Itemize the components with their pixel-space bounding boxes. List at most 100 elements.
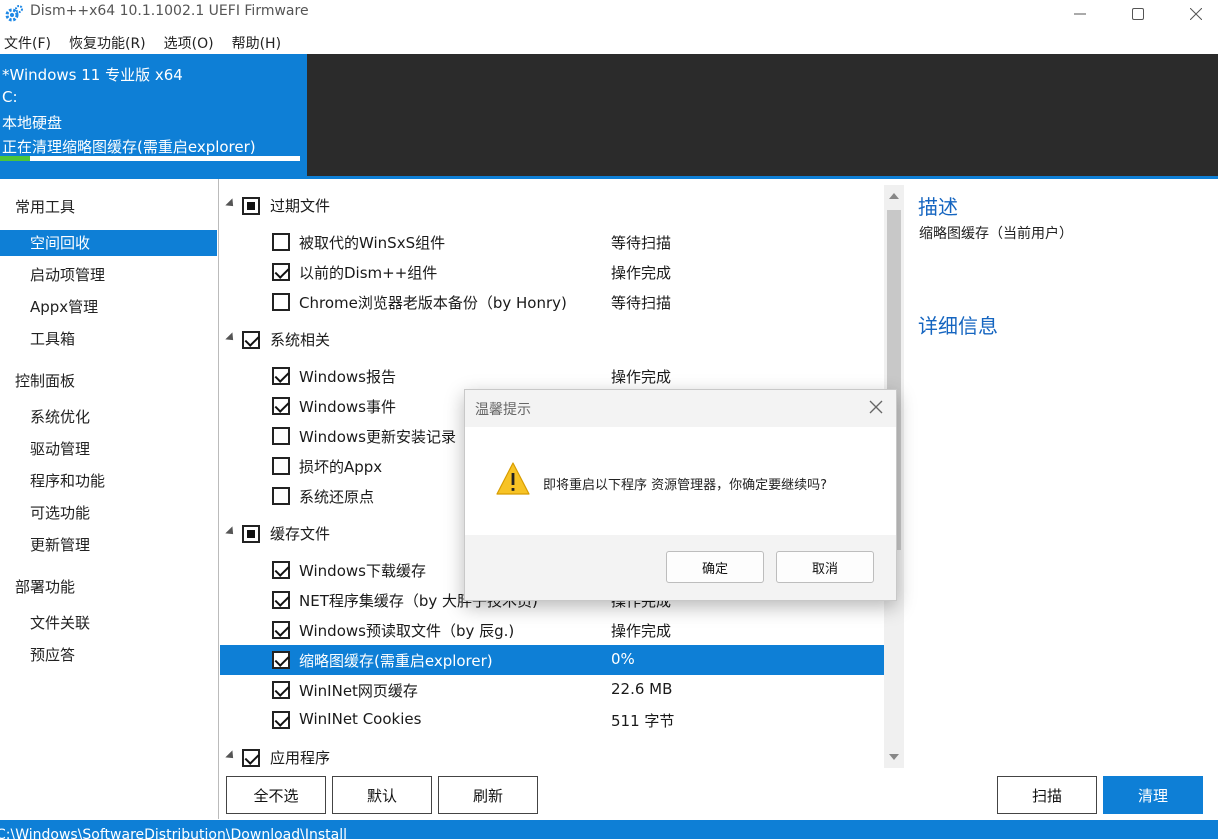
default-button[interactable]: 默认 (332, 776, 432, 814)
item-checkbox[interactable] (272, 397, 290, 415)
sidebar-item-space-reclaim[interactable]: 空间回收 (0, 230, 217, 256)
sidebar-item-optional-features[interactable]: 可选功能 (0, 500, 217, 526)
description-heading: 描述 (918, 195, 958, 219)
ok-button[interactable]: 确定 (666, 551, 764, 583)
item-status: 511 字节 (611, 712, 675, 730)
item-checkbox[interactable] (272, 233, 290, 251)
expand-arrow-icon[interactable] (225, 332, 237, 344)
item-status: 操作完成 (611, 264, 672, 282)
menu-restore[interactable]: 恢复功能(R) (65, 28, 150, 54)
sidebar-item-optimize[interactable]: 系统优化 (0, 404, 217, 430)
cancel-button[interactable]: 取消 (776, 551, 874, 583)
item-label: 被取代的WinSxS组件 (299, 234, 446, 252)
sidebar-item-answer-file[interactable]: 预应答 (0, 642, 217, 668)
sidebar-item-programs[interactable]: 程序和功能 (0, 468, 217, 494)
sidebar-item-appx[interactable]: Appx管理 (0, 294, 217, 320)
list-item[interactable]: WinINet网页缓存 22.6 MB (220, 675, 884, 705)
sidebar-item-startup[interactable]: 启动项管理 (0, 262, 217, 288)
group-label: 缓存文件 (270, 525, 331, 543)
refresh-button[interactable]: 刷新 (438, 776, 538, 814)
progress-fill (0, 156, 30, 161)
item-label: Windows事件 (299, 398, 396, 416)
item-label: WinINet Cookies (299, 710, 422, 728)
maximize-icon (1132, 8, 1144, 20)
expand-arrow-icon[interactable] (225, 198, 237, 210)
item-status: 0% (611, 650, 635, 668)
expand-arrow-icon[interactable] (225, 750, 237, 762)
clean-button[interactable]: 清理 (1103, 776, 1203, 814)
item-checkbox[interactable] (272, 681, 290, 699)
scroll-up-icon[interactable] (889, 193, 899, 199)
maximize-button[interactable] (1108, 0, 1168, 28)
group-checkbox[interactable] (242, 197, 260, 215)
item-label: 以前的Dism++组件 (299, 264, 438, 282)
item-checkbox[interactable] (272, 457, 290, 475)
item-checkbox[interactable] (272, 427, 290, 445)
item-checkbox[interactable] (272, 651, 290, 669)
gear-icon (5, 5, 23, 22)
group-checkbox[interactable] (242, 525, 260, 543)
menu-bar: 文件(F) 恢复功能(R) 选项(O) 帮助(H) (0, 28, 1218, 54)
dialog-message: 即将重启以下程序 资源管理器，你确定要继续吗? (543, 478, 828, 493)
select-none-button[interactable]: 全不选 (226, 776, 326, 814)
description-text: 缩略图缓存（当前用户） (919, 226, 1073, 242)
scan-button[interactable]: 扫描 (997, 776, 1097, 814)
sidebar-category-control-panel[interactable]: 控制面板 (15, 370, 75, 391)
item-status: 22.6 MB (611, 680, 673, 698)
group-header[interactable]: 过期文件 (220, 191, 884, 221)
item-checkbox[interactable] (272, 591, 290, 609)
session-panel[interactable]: *Windows 11 专业版 x64 C: 本地硬盘 正在清理缩略图缓存(需重… (0, 54, 307, 176)
list-item[interactable]: 以前的Dism++组件 操作完成 (220, 257, 884, 287)
session-area (307, 54, 1218, 176)
item-checkbox[interactable] (272, 293, 290, 311)
scroll-down-icon[interactable] (889, 754, 899, 760)
drive-label: C: (2, 88, 18, 106)
disk-label: 本地硬盘 (2, 114, 63, 132)
os-label: *Windows 11 专业版 x64 (2, 66, 183, 84)
minimize-button[interactable] (1050, 0, 1110, 28)
item-checkbox[interactable] (272, 561, 290, 579)
list-item[interactable]: Windows报告 操作完成 (220, 361, 884, 391)
sidebar-item-drivers[interactable]: 驱动管理 (0, 436, 217, 462)
item-label: Windows更新安装记录 (299, 428, 456, 446)
sidebar-item-toolbox[interactable]: 工具箱 (0, 326, 217, 352)
group-header[interactable]: 应用程序 (220, 743, 884, 769)
item-status: 等待扫描 (611, 234, 672, 252)
item-label: Chrome浏览器老版本备份（by Honry) (299, 294, 567, 312)
sidebar: 常用工具 空间回收 启动项管理 Appx管理 工具箱 控制面板 系统优化 驱动管… (0, 179, 219, 819)
menu-help[interactable]: 帮助(H) (228, 28, 285, 54)
expand-arrow-icon[interactable] (225, 526, 237, 538)
sidebar-category-tools[interactable]: 常用工具 (15, 196, 75, 217)
menu-options[interactable]: 选项(O) (160, 28, 218, 54)
close-button[interactable] (1166, 0, 1218, 28)
list-item[interactable]: WinINet Cookies 511 字节 (220, 705, 884, 735)
list-item[interactable]: 被取代的WinSxS组件 等待扫描 (220, 227, 884, 257)
item-label: Windows下载缓存 (299, 562, 426, 580)
sidebar-category-deploy[interactable]: 部署功能 (15, 576, 75, 597)
group-label: 过期文件 (270, 197, 331, 215)
item-status: 操作完成 (611, 368, 672, 386)
status-label: 正在清理缩略图缓存(需重启explorer) (2, 138, 256, 156)
item-label: 损坏的Appx (299, 458, 383, 476)
item-checkbox[interactable] (272, 487, 290, 505)
group-header[interactable]: 系统相关 (220, 325, 884, 355)
item-checkbox[interactable] (272, 263, 290, 281)
menu-file[interactable]: 文件(F) (0, 28, 55, 54)
group-checkbox[interactable] (242, 749, 260, 767)
close-icon[interactable] (867, 398, 885, 416)
item-label: WinINet网页缓存 (299, 682, 418, 700)
list-item[interactable]: Chrome浏览器老版本备份（by Honry) 等待扫描 (220, 287, 884, 317)
item-checkbox[interactable] (272, 711, 290, 729)
item-status: 操作完成 (611, 622, 672, 640)
list-item[interactable]: Windows预读取文件（by 辰g.) 操作完成 (220, 615, 884, 645)
group-label: 应用程序 (270, 749, 331, 767)
item-label: 系统还原点 (299, 488, 375, 506)
item-checkbox[interactable] (272, 621, 290, 639)
item-label: 缩略图缓存(需重启explorer) (299, 652, 493, 670)
minimize-icon (1074, 13, 1086, 15)
list-item-selected[interactable]: 缩略图缓存(需重启explorer) 0% (220, 645, 884, 675)
sidebar-item-updates[interactable]: 更新管理 (0, 532, 217, 558)
group-checkbox[interactable] (242, 331, 260, 349)
item-checkbox[interactable] (272, 367, 290, 385)
sidebar-item-file-assoc[interactable]: 文件关联 (0, 610, 217, 636)
